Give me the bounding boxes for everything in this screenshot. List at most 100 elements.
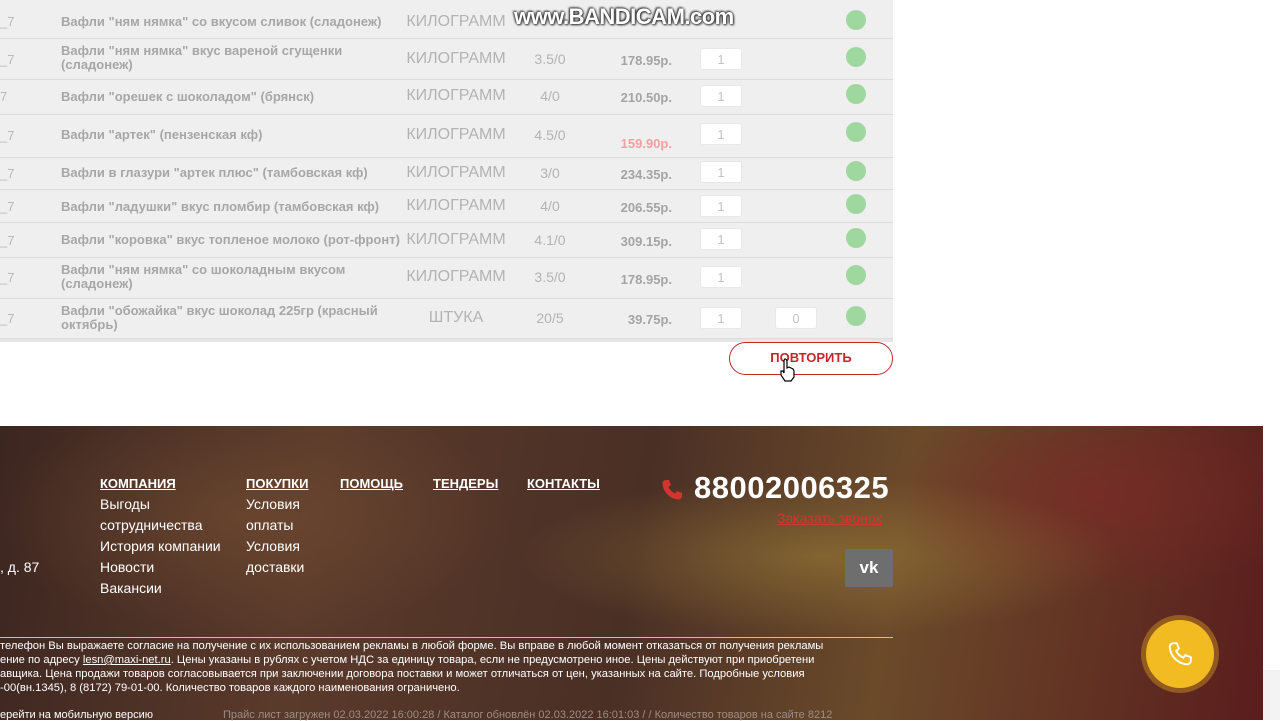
quantity-input-extra[interactable]: 0 — [775, 307, 817, 329]
table-row: _7 Вафли "ням нямка" вкус вареной сгущен… — [0, 39, 893, 80]
product-price: 178.95р. — [620, 53, 672, 68]
phone-icon — [662, 480, 682, 500]
legal-line-1: телефон Вы выражаете согласие на получен… — [0, 640, 824, 652]
table-row: _7 Вафли "ням нямка" со шоколадным вкусо… — [0, 258, 893, 299]
product-unit: КИЛОГРАММ — [406, 268, 506, 285]
site-footer: КОМПАНИЯ Выгоды сотрудничества История к… — [0, 426, 1263, 721]
product-unit: КИЛОГРАММ — [406, 164, 506, 181]
product-unit: КИЛОГРАММ — [406, 197, 506, 214]
order-call-link[interactable]: Заказать звонок — [777, 510, 882, 526]
product-name[interactable]: Вафли "обожайка" вкус шоколад 225гр (кра… — [61, 304, 401, 332]
quantity-input[interactable]: 1 — [700, 85, 742, 107]
product-code: _7 — [0, 233, 15, 248]
quantity-input[interactable]: 1 — [700, 161, 742, 183]
product-pack: 3.5/0 — [534, 269, 566, 285]
repeat-order-button[interactable]: ПОВТОРИТЬ — [729, 342, 893, 375]
footer-nav-contacts: КОНТАКТЫ — [527, 473, 600, 494]
footer-link-payment-cont[interactable]: оплаты — [246, 515, 308, 536]
footer-address: , д. 87 — [0, 559, 40, 575]
footer-nav-tenders-heading[interactable]: ТЕНДЕРЫ — [433, 473, 498, 494]
footer-link-delivery[interactable]: Условия — [246, 536, 308, 557]
hand-cursor-icon — [780, 358, 795, 382]
product-name[interactable]: Вафли "ням нямка" со вкусом сливок (слад… — [61, 15, 401, 29]
product-unit: КИЛОГРАММ — [406, 126, 506, 143]
footer-link-payment[interactable]: Условия — [246, 494, 308, 515]
quantity-input[interactable]: 1 — [700, 195, 742, 217]
footer-phone[interactable]: 88002006325 — [694, 470, 889, 506]
quantity-input[interactable]: 1 — [700, 266, 742, 288]
product-price: 178.95р. — [620, 272, 672, 287]
footer-link-vacancies[interactable]: Вакансии — [100, 578, 221, 599]
footer-nav-help: ПОМОЩЬ — [340, 473, 403, 494]
product-pack: 4.5/0 — [534, 127, 566, 143]
page-scrollbar[interactable] — [1263, 0, 1280, 720]
in-stock-icon — [846, 228, 866, 248]
footer-link-benefits-cont[interactable]: сотрудничества — [100, 515, 221, 536]
product-code: _7 — [0, 166, 15, 181]
product-table: _7 Вафли "ням нямка" со вкусом сливок (с… — [0, 0, 893, 342]
table-row: _7 Вафли "ладушки" вкус пломбир (тамбовс… — [0, 190, 893, 223]
footer-nav-company-heading[interactable]: КОМПАНИЯ — [100, 473, 221, 494]
product-pack: 20/5 — [536, 310, 564, 326]
product-name[interactable]: Вафли "ладушки" вкус пломбир (тамбовская… — [61, 200, 401, 214]
legal-text: телефон Вы выражаете согласие на получен… — [0, 639, 900, 695]
quantity-input[interactable]: 1 — [700, 307, 742, 329]
quantity-input[interactable]: 1 — [700, 123, 742, 145]
product-name[interactable]: Вафли "ням нямка" вкус вареной сгущенки … — [61, 44, 401, 72]
product-name[interactable]: Вафли "коровка" вкус топленое молоко (ро… — [61, 233, 401, 247]
in-stock-icon — [846, 161, 866, 181]
product-code: _7 — [0, 128, 15, 143]
product-pack: 3/0 — [540, 165, 560, 181]
footer-nav-help-heading[interactable]: ПОМОЩЬ — [340, 473, 403, 494]
in-stock-icon — [846, 122, 866, 142]
footer-link-news[interactable]: Новости — [100, 557, 221, 578]
in-stock-icon — [846, 47, 866, 67]
product-name[interactable]: Вафли "ням нямка" со шоколадным вкусом (… — [61, 263, 401, 291]
table-row: _7 Вафли в глазури "артек плюс" (тамбовс… — [0, 158, 893, 190]
footer-link-history[interactable]: История компании — [100, 536, 221, 557]
in-stock-icon — [846, 194, 866, 214]
table-row: _7 Вафли "ням нямка" со вкусом сливок (с… — [0, 0, 893, 39]
in-stock-icon — [846, 306, 866, 326]
product-price: 234.35р. — [620, 167, 672, 182]
product-code: _7 — [0, 14, 15, 29]
product-code: _7 — [0, 270, 15, 285]
product-name[interactable]: Вафли в глазури "артек плюс" (тамбовская… — [61, 166, 401, 180]
quantity-input[interactable]: 1 — [700, 48, 742, 70]
in-stock-icon — [846, 265, 866, 285]
vk-icon[interactable]: vk — [845, 549, 893, 587]
footer-nav-tenders: ТЕНДЕРЫ — [433, 473, 498, 494]
product-code: _7 — [0, 199, 15, 214]
product-unit: ШТУКА — [428, 309, 484, 326]
product-name[interactable]: Вафли "орешек с шоколадом" (брянск) — [61, 90, 401, 104]
footer-link-delivery-cont[interactable]: доставки — [246, 557, 308, 578]
footer-link-benefits[interactable]: Выгоды — [100, 494, 221, 515]
product-name[interactable]: Вафли "артек" (пензенская кф) — [61, 128, 401, 142]
callback-button[interactable] — [1146, 620, 1214, 688]
table-row: _7 Вафли "обожайка" вкус шоколад 225гр (… — [0, 299, 893, 339]
product-code: _7 — [0, 52, 15, 67]
footer-nav-purchases-heading[interactable]: ПОКУПКИ — [246, 473, 308, 494]
scrollbar-thumb[interactable] — [1263, 670, 1280, 720]
footer-nav-purchases: ПОКУПКИ Условия оплаты Условия доставки — [246, 473, 308, 578]
table-row: _7 Вафли "коровка" вкус топленое молоко … — [0, 223, 893, 258]
mobile-version-link[interactable]: ерейти на мобильную версию — [0, 709, 153, 721]
product-price: 159.90р. — [620, 136, 672, 151]
product-price: 206.55р. — [620, 200, 672, 215]
footer-nav-contacts-heading[interactable]: КОНТАКТЫ — [527, 473, 600, 494]
product-unit: КИЛОГРАММ — [406, 50, 506, 67]
product-code: 7 — [0, 89, 8, 104]
product-unit: КИЛОГРАММ — [406, 13, 506, 30]
product-price: 39.75р. — [627, 312, 672, 327]
quantity-input[interactable]: 1 — [700, 228, 742, 250]
product-price: 210.50р. — [620, 90, 672, 105]
product-pack: 4/0 — [540, 88, 560, 104]
legal-line-2-start: ение по адресу — [0, 654, 83, 666]
in-stock-icon — [846, 84, 866, 104]
product-unit: КИЛОГРАММ — [406, 231, 506, 248]
legal-line-2-end: . Цены указаны в рублях с учетом НДС за … — [170, 654, 815, 666]
email-link[interactable]: lesn@maxi-net.ru — [83, 654, 171, 666]
product-pack: 4/0 — [540, 198, 560, 214]
product-price: 309.15р. — [620, 234, 672, 249]
footer-nav-company: КОМПАНИЯ Выгоды сотрудничества История к… — [100, 473, 221, 599]
